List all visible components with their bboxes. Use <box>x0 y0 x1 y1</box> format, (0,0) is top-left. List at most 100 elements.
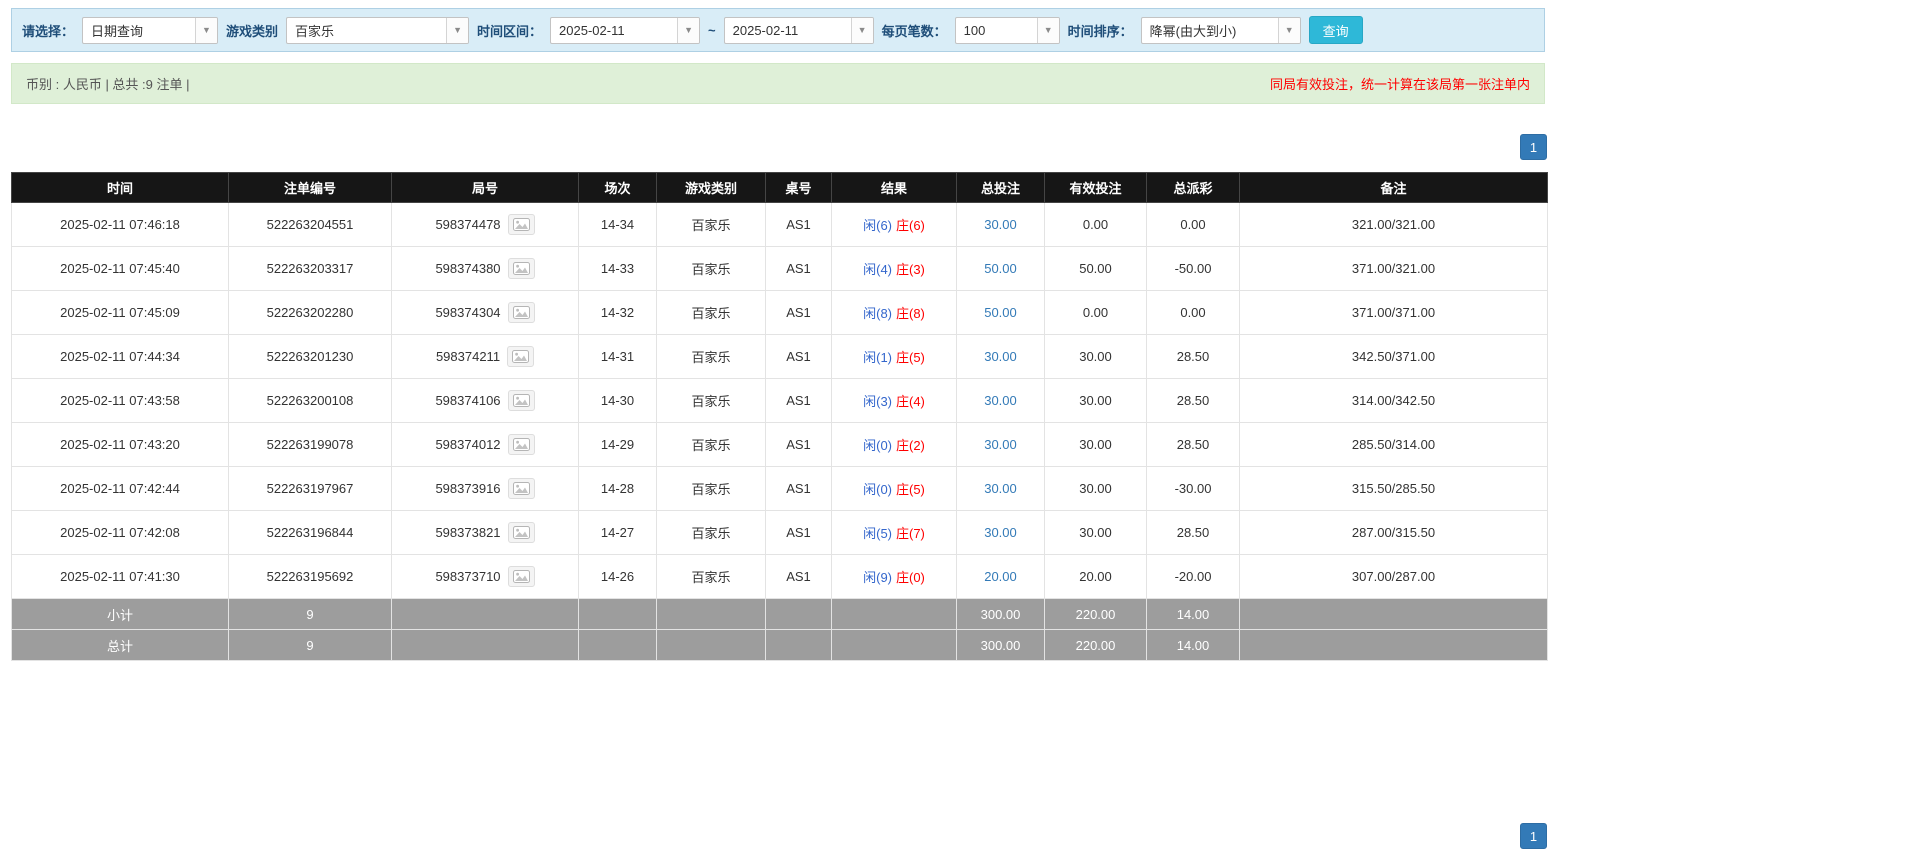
footer-cell <box>765 598 832 630</box>
cell-valid-bet: 30.00 <box>1044 378 1147 423</box>
total-bet-link[interactable]: 20.00 <box>984 569 1017 584</box>
cell-total-bet: 30.00 <box>956 422 1045 467</box>
cell-payout: 28.50 <box>1146 378 1240 423</box>
range-separator: ~ <box>708 22 716 38</box>
column-header: 注单编号 <box>228 172 392 203</box>
cell-session: 14-26 <box>578 554 657 599</box>
total-bet-link[interactable]: 30.00 <box>984 525 1017 540</box>
view-result-icon[interactable] <box>507 258 535 279</box>
cell-game-type: 百家乐 <box>656 466 766 511</box>
total-bet-link[interactable]: 30.00 <box>984 349 1017 364</box>
footer-cell: 14.00 <box>1146 629 1240 661</box>
page-size-value: 100 <box>963 22 986 38</box>
cell-remark: 371.00/371.00 <box>1239 290 1548 335</box>
view-result-icon[interactable] <box>507 346 535 367</box>
view-result-icon[interactable] <box>507 302 535 323</box>
cell-payout: 28.50 <box>1146 334 1240 379</box>
round-id: 598373710 <box>435 569 501 584</box>
footer-cell <box>656 598 766 630</box>
round-id: 598373916 <box>435 481 501 496</box>
cell-time: 2025-02-11 07:43:20 <box>11 422 229 467</box>
total-bet-link[interactable]: 30.00 <box>984 217 1017 232</box>
query-type-select[interactable]: 日期查询 ▼ <box>82 16 219 44</box>
column-header: 有效投注 <box>1044 172 1147 203</box>
game-type-select[interactable]: 百家乐 ▼ <box>286 16 470 44</box>
cell-table-no: AS1 <box>765 334 832 379</box>
view-result-icon[interactable] <box>507 214 535 235</box>
sort-select[interactable]: 降幂(由大到小) ▼ <box>1140 16 1301 44</box>
cell-payout: 28.50 <box>1146 422 1240 467</box>
cell-session: 14-32 <box>578 290 657 335</box>
chevron-down-icon[interactable]: ▼ <box>1277 17 1300 43</box>
chevron-down-icon[interactable]: ▼ <box>195 17 218 43</box>
game-type-value: 百家乐 <box>295 23 335 39</box>
time-range-label: 时间区间： <box>477 23 543 39</box>
cell-table-no: AS1 <box>765 246 832 291</box>
cell-table-no: AS1 <box>765 554 832 599</box>
view-result-icon[interactable] <box>507 434 535 455</box>
view-result-icon[interactable] <box>507 566 535 587</box>
sort-label: 时间排序： <box>1067 23 1133 39</box>
page-button[interactable]: 1 <box>1520 823 1547 849</box>
total-bet-link[interactable]: 30.00 <box>984 393 1017 408</box>
cell-time: 2025-02-11 07:43:58 <box>11 378 229 423</box>
total-bet-link[interactable]: 50.00 <box>984 305 1017 320</box>
sort-value: 降幂(由大到小) <box>1149 23 1237 39</box>
cell-table-no: AS1 <box>765 378 832 423</box>
player-result: 闲(8) <box>863 306 892 321</box>
table-row: 2025-02-11 07:43:58 522263200108 5983741… <box>11 378 1548 423</box>
game-type-label: 游戏类别 <box>226 23 279 39</box>
page-size-select[interactable]: 100 ▼ <box>954 16 1060 44</box>
cell-result: 闲(1) 庄(5) <box>831 334 957 379</box>
cell-payout: 28.50 <box>1146 510 1240 555</box>
footer-cell <box>391 598 579 630</box>
chevron-down-icon[interactable]: ▼ <box>446 17 469 43</box>
chevron-down-icon[interactable]: ▼ <box>1036 17 1059 43</box>
chevron-down-icon[interactable]: ▼ <box>677 17 700 43</box>
total-bet-link[interactable]: 30.00 <box>984 481 1017 496</box>
total-bet-link[interactable]: 50.00 <box>984 261 1017 276</box>
view-result-icon[interactable] <box>507 478 535 499</box>
column-header: 备注 <box>1239 172 1548 203</box>
cell-time: 2025-02-11 07:45:09 <box>11 290 229 335</box>
cell-bet-id: 522263197967 <box>228 466 392 511</box>
column-header: 时间 <box>11 172 229 203</box>
table-body: 2025-02-11 07:46:18 522263204551 5983744… <box>11 202 1548 661</box>
cell-valid-bet: 20.00 <box>1044 554 1147 599</box>
cell-total-bet: 30.00 <box>956 202 1045 247</box>
round-id: 598373821 <box>435 525 501 540</box>
chevron-down-icon[interactable]: ▼ <box>850 17 873 43</box>
date-to-select[interactable]: 2025-02-11 ▼ <box>723 16 874 44</box>
currency-summary: 币别 : 人民币 | 总共 :9 注单 | <box>26 77 190 92</box>
player-result: 闲(9) <box>863 570 892 585</box>
cell-table-no: AS1 <box>765 466 832 511</box>
cell-result: 闲(3) 庄(4) <box>831 378 957 423</box>
banker-result: 庄(3) <box>896 262 925 277</box>
total-bet-link[interactable]: 30.00 <box>984 437 1017 452</box>
cell-session: 14-28 <box>578 466 657 511</box>
page-button[interactable]: 1 <box>1520 134 1547 160</box>
column-header: 游戏类别 <box>656 172 766 203</box>
filter-bar: 请选择： 日期查询 ▼ 游戏类别 百家乐 ▼ 时间区间： 2025-02-11 … <box>11 8 1545 52</box>
date-from-select[interactable]: 2025-02-11 ▼ <box>550 16 701 44</box>
footer-cell <box>578 598 657 630</box>
cell-payout: -30.00 <box>1146 466 1240 511</box>
cell-total-bet: 30.00 <box>956 466 1045 511</box>
table-row: 2025-02-11 07:43:20 522263199078 5983740… <box>11 422 1548 467</box>
view-result-icon[interactable] <box>507 522 535 543</box>
date-from-value: 2025-02-11 <box>559 22 625 38</box>
cell-result: 闲(8) 庄(8) <box>831 290 957 335</box>
cell-remark: 321.00/321.00 <box>1239 202 1548 247</box>
cell-game-type: 百家乐 <box>656 554 766 599</box>
query-button[interactable]: 查询 <box>1308 16 1363 44</box>
round-id: 598374211 <box>435 349 501 364</box>
player-result: 闲(1) <box>863 350 892 365</box>
cell-valid-bet: 30.00 <box>1044 466 1147 511</box>
cell-session: 14-31 <box>578 334 657 379</box>
cell-session: 14-33 <box>578 246 657 291</box>
view-result-icon[interactable] <box>507 390 535 411</box>
round-id: 598374012 <box>435 437 501 452</box>
footer-cell <box>1239 629 1548 661</box>
banker-result: 庄(7) <box>896 526 925 541</box>
column-header: 场次 <box>578 172 657 203</box>
